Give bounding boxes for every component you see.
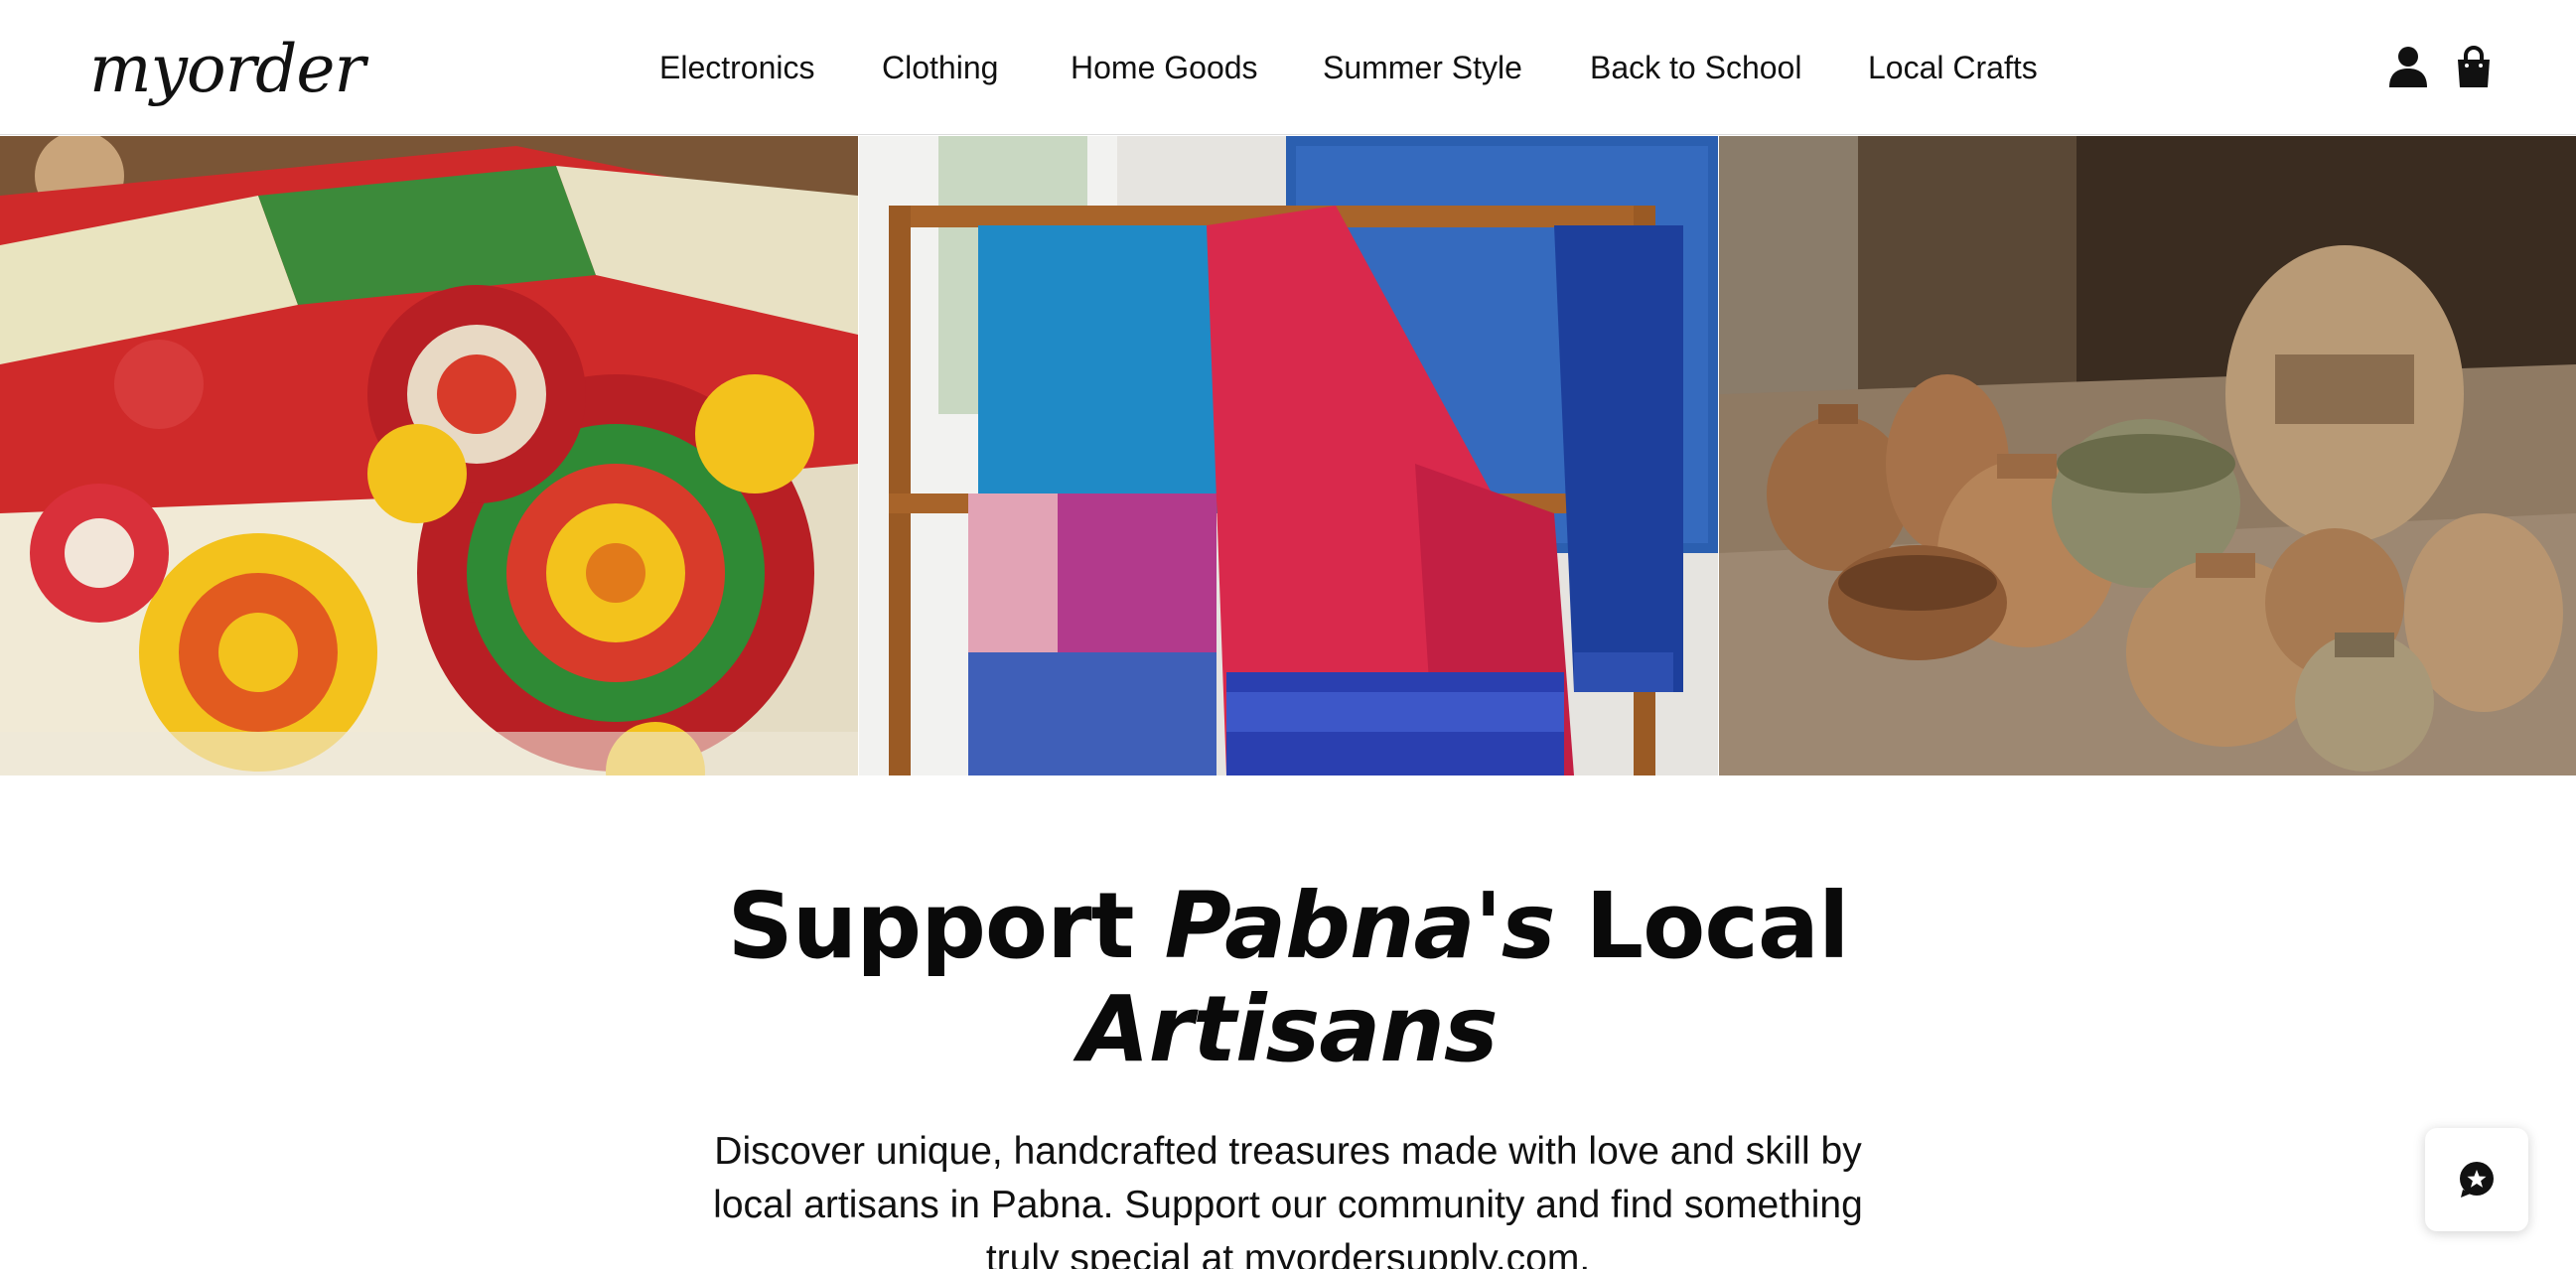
nav-clothing[interactable]: Clothing	[882, 40, 998, 95]
site-header: myorder Electronics Clothing Home Goods …	[0, 0, 2576, 135]
chat-widget-button[interactable]	[2425, 1128, 2528, 1231]
woven-saree-loom-image	[859, 136, 1718, 776]
chat-star-icon	[2460, 1162, 2494, 1198]
user-icon	[2389, 47, 2427, 87]
intro-paragraph: Discover unique, handcrafted treasures m…	[713, 1130, 1863, 1269]
clay-pottery-image	[1719, 136, 2576, 776]
hero-gallery	[0, 136, 2576, 776]
cart-button[interactable]	[2451, 44, 2497, 89]
headline-text-3: Local	[1554, 873, 1850, 979]
nav-local-crafts[interactable]: Local Crafts	[1868, 40, 2038, 95]
headline-text-2: Pabna's	[1164, 873, 1556, 979]
account-button[interactable]	[2385, 44, 2431, 89]
shopping-bag-icon	[2458, 46, 2490, 87]
nav-electronics[interactable]: Electronics	[659, 40, 815, 95]
nav-summer-style[interactable]: Summer Style	[1323, 40, 1522, 95]
site-logo[interactable]: myorder	[89, 28, 365, 111]
headline-text-1: Support	[727, 873, 1165, 979]
intro-section: Support Pabna's Local Artisans Discover …	[0, 776, 2576, 1269]
headline-text-4: Artisans	[1078, 976, 1498, 1082]
embroidered-textiles-image	[0, 136, 858, 776]
nav-home-goods[interactable]: Home Goods	[1071, 40, 1258, 95]
nav-back-to-school[interactable]: Back to School	[1590, 40, 1801, 95]
page-headline: Support Pabna's Local Artisans	[0, 875, 2576, 1081]
